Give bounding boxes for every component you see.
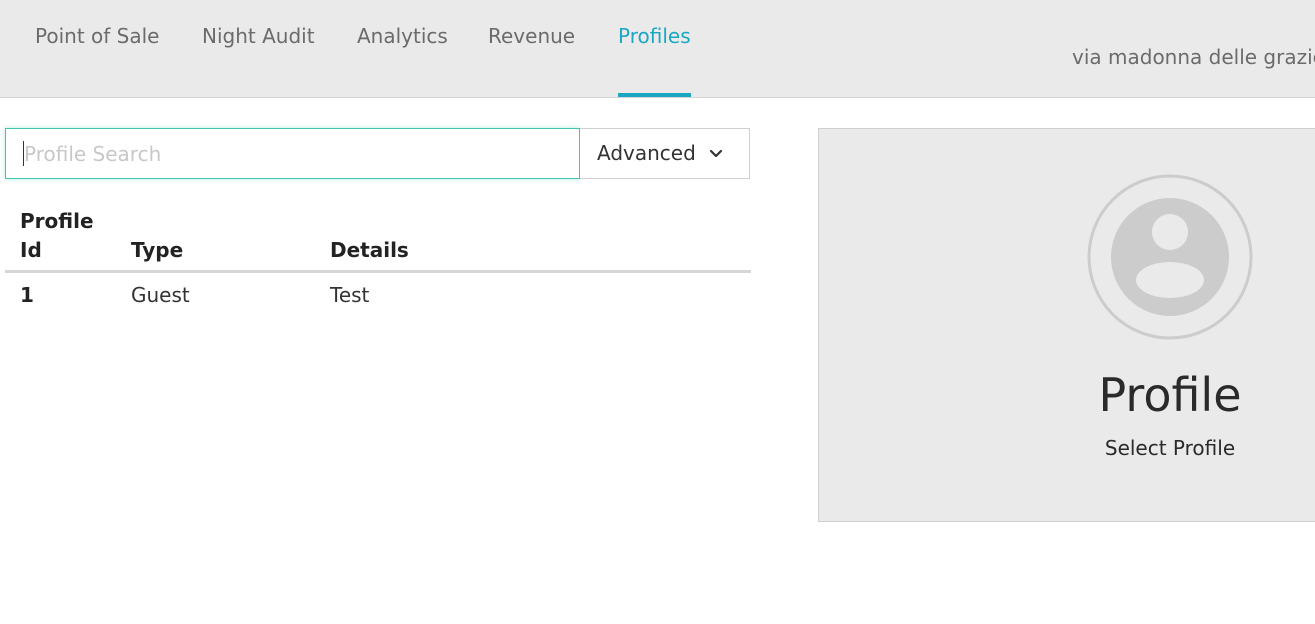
tab-night-audit[interactable]: Night Audit	[202, 0, 315, 97]
profile-search-input[interactable]	[5, 128, 580, 179]
column-header-profile-id[interactable]: Profile Id	[20, 207, 110, 265]
advanced-search-dropdown[interactable]: Advanced	[580, 128, 750, 179]
advanced-label: Advanced	[597, 141, 696, 165]
chevron-down-icon	[709, 149, 723, 158]
property-name[interactable]: via madonna delle grazie	[1072, 45, 1315, 69]
tab-point-of-sale[interactable]: Point of Sale	[35, 0, 159, 97]
cell-details: Test	[330, 283, 370, 307]
cell-type: Guest	[131, 283, 190, 307]
tab-revenue[interactable]: Revenue	[488, 0, 575, 97]
user-avatar-icon	[1087, 174, 1253, 340]
column-header-details[interactable]: Details	[330, 236, 409, 265]
tab-profiles[interactable]: Profiles	[618, 0, 691, 97]
table-row[interactable]	[5, 276, 751, 316]
top-nav-bar: Point of Sale Night Audit Analytics Reve…	[0, 0, 1315, 98]
text-cursor	[23, 141, 24, 166]
tab-analytics[interactable]: Analytics	[357, 0, 448, 97]
column-header-type[interactable]: Type	[131, 236, 183, 265]
profile-title: Profile	[1098, 368, 1242, 422]
table-header-divider	[5, 270, 751, 273]
cell-profile-id: 1	[20, 283, 34, 307]
select-profile-hint: Select Profile	[1104, 436, 1236, 460]
